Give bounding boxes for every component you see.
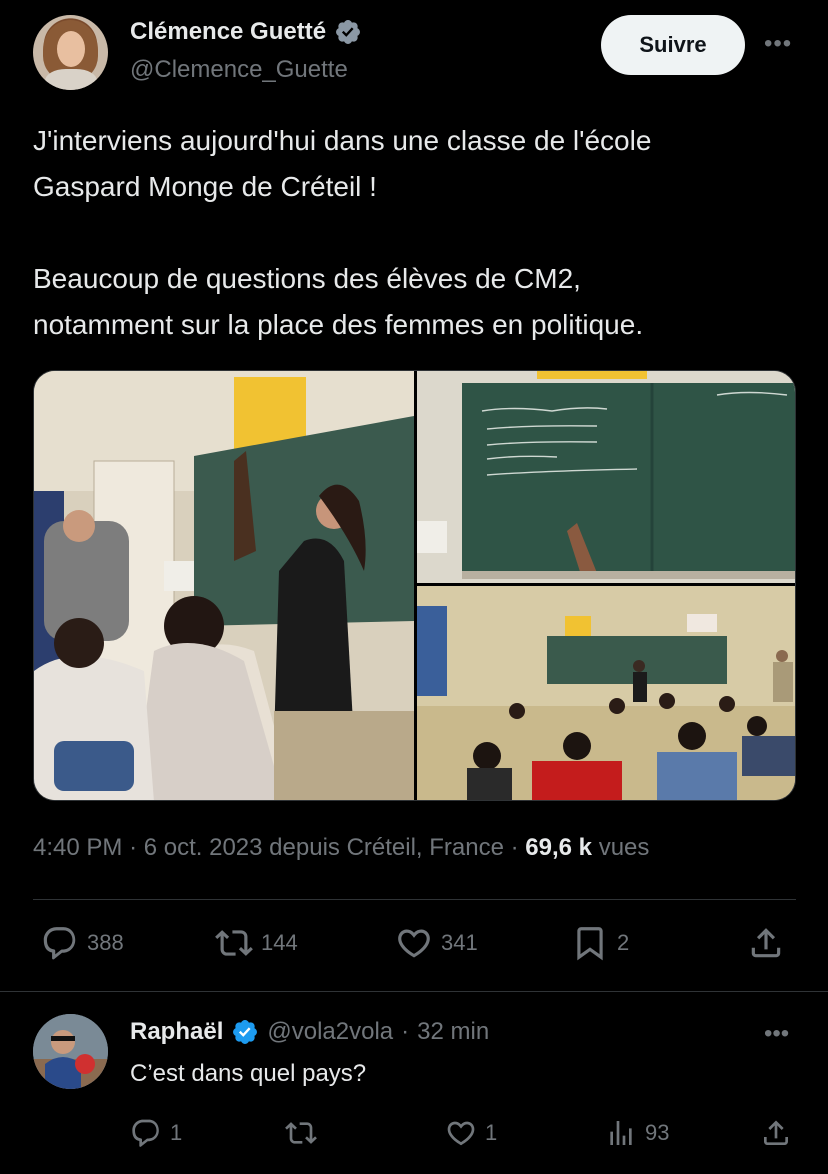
author-avatar[interactable]: [33, 15, 108, 90]
media-photo-2[interactable]: [417, 371, 795, 583]
reply-reply-button[interactable]: 1: [130, 1117, 182, 1149]
classroom-photo-illustration: [34, 371, 414, 800]
reply-icon: [43, 927, 76, 960]
reply-text: C’est dans quel pays?: [130, 1060, 367, 1087]
reply-views-button[interactable]: 93: [605, 1117, 669, 1149]
reply-icon: [132, 1119, 159, 1147]
tweet-text-line: Gaspard Monge de Créteil !: [33, 171, 377, 202]
retweet-count: 144: [261, 930, 298, 955]
reply-count: 388: [87, 930, 124, 955]
share-icon: [751, 928, 781, 958]
media-photo-1[interactable]: [34, 371, 414, 800]
reply-actions: 1 1 93: [130, 1117, 795, 1157]
bookmark-icon: [577, 927, 603, 961]
follow-button[interactable]: Suivre: [601, 15, 745, 75]
reply-author-name[interactable]: Raphaël: [130, 1018, 223, 1046]
retweet-icon: [215, 930, 253, 956]
divider: [33, 899, 796, 900]
share-button[interactable]: [747, 924, 785, 962]
verified-badge-icon: [336, 20, 361, 44]
tweet-actions: 388 144 341 2: [33, 924, 793, 968]
tweet-media-grid: [33, 370, 796, 801]
reply-share-button[interactable]: [760, 1117, 792, 1149]
chalkboard-photo-illustration: [417, 371, 795, 583]
tweet-text: J'interviens aujourd'hui dans une classe…: [33, 118, 793, 348]
verified-badge-icon: [233, 1020, 258, 1044]
retweet-icon: [285, 1122, 317, 1144]
reply-button[interactable]: 388: [41, 924, 124, 962]
share-icon: [764, 1120, 788, 1145]
reply-author-handle[interactable]: @vola2vola: [267, 1018, 393, 1046]
retweet-button[interactable]: 144: [215, 924, 298, 962]
heart-icon: [447, 1121, 475, 1146]
reply-header: Raphaël @vola2vola · 32 min: [130, 1018, 489, 1046]
views-chart-icon: [610, 1121, 632, 1145]
divider: [0, 991, 828, 992]
reply-retweet-button[interactable]: [285, 1117, 317, 1149]
tweet-date[interactable]: 6 oct. 2023: [144, 834, 263, 861]
tweet-location: depuis Créteil, France: [269, 834, 504, 861]
like-button[interactable]: 341: [395, 924, 478, 962]
tweet-time[interactable]: 4:40 PM: [33, 834, 122, 861]
separator-dot: ·: [401, 1018, 410, 1045]
views-count: 69,6 k: [525, 834, 593, 861]
reply-like-count: 1: [485, 1120, 498, 1145]
author-name-row: Clémence Guetté: [130, 18, 362, 46]
reply-time[interactable]: 32 min: [417, 1018, 489, 1046]
like-count: 341: [441, 930, 478, 955]
tweet-text-line: Beaucoup de questions des élèves de CM2,: [33, 263, 581, 294]
media-right-column: [417, 371, 795, 800]
reply-reply-count: 1: [170, 1120, 183, 1145]
author-name[interactable]: Clémence Guetté: [130, 18, 326, 46]
tweet-text-line: notamment sur la place des femmes en pol…: [33, 309, 644, 340]
tweet-text-line: J'interviens aujourd'hui dans une classe…: [33, 125, 652, 156]
avatar-photo-illustration: [33, 1014, 108, 1089]
reply-author-avatar[interactable]: [33, 1014, 108, 1089]
wide-classroom-photo-illustration: [417, 586, 795, 800]
author-handle[interactable]: @Clemence_Guette: [130, 56, 348, 84]
more-options-icon[interactable]: •••: [764, 30, 792, 58]
reply-like-button[interactable]: 1: [445, 1117, 497, 1149]
reply-more-options-icon[interactable]: •••: [764, 1020, 789, 1048]
media-photo-3[interactable]: [417, 586, 795, 800]
bookmark-count: 2: [617, 930, 630, 955]
bookmark-button[interactable]: 2: [571, 924, 629, 962]
views-label: vues: [598, 834, 650, 861]
tweet-meta: 4:40 PM · 6 oct. 2023 depuis Créteil, Fr…: [33, 834, 650, 861]
reply-views-count: 93: [645, 1120, 670, 1145]
heart-icon: [398, 929, 430, 958]
